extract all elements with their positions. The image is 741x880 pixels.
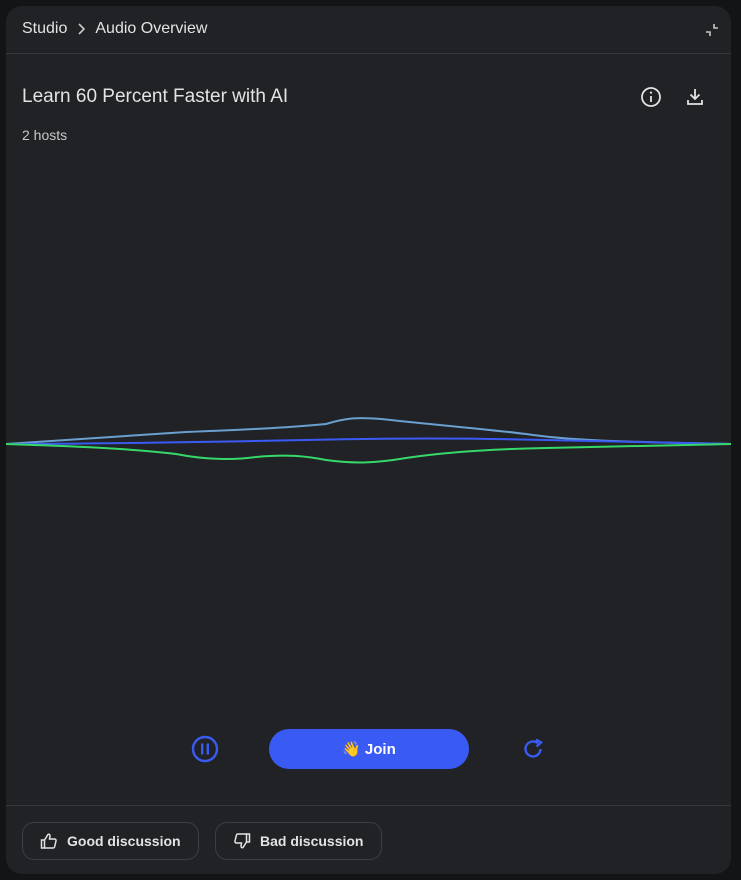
join-button[interactable]: 👋 Join [269,729,469,769]
breadcrumb-studio[interactable]: Studio [22,20,67,38]
wave-hand-icon: 👋 [342,741,361,758]
info-button[interactable] [637,83,665,111]
join-label: Join [364,740,396,758]
download-button[interactable] [681,83,709,111]
replay-button[interactable] [519,735,547,763]
audio-overview-panel: Studio Audio Overview Learn 60 Percent F… [6,6,731,874]
breadcrumb-audio-overview: Audio Overview [95,20,208,37]
breadcrumb: Studio Audio Overview [22,20,207,38]
download-icon [687,89,703,105]
audio-waveform [6,417,731,464]
feedback-bar: Good discussion Bad discussion [6,805,731,874]
info-icon [641,87,661,107]
hosts-count: 2 hosts [22,127,68,143]
chevron-right-icon [78,23,86,35]
waveform-host-2 [6,437,731,445]
bad-discussion-button[interactable]: Bad discussion [215,822,382,860]
bad-discussion-label: Bad discussion [260,833,364,849]
waveform-host-3 [6,443,731,464]
thumbs-down-icon [234,833,251,849]
pause-button[interactable] [190,734,220,764]
overview-title: Learn 60 Percent Faster with AI [22,86,289,107]
waveform-host-1 [6,417,731,445]
good-discussion-button[interactable]: Good discussion [22,822,199,860]
panel-header: Studio Audio Overview [6,6,731,54]
good-discussion-label: Good discussion [67,833,181,849]
thumbs-up-icon [40,833,57,849]
playback-controls: 👋 Join [6,728,731,770]
collapse-icon[interactable] [703,21,721,39]
